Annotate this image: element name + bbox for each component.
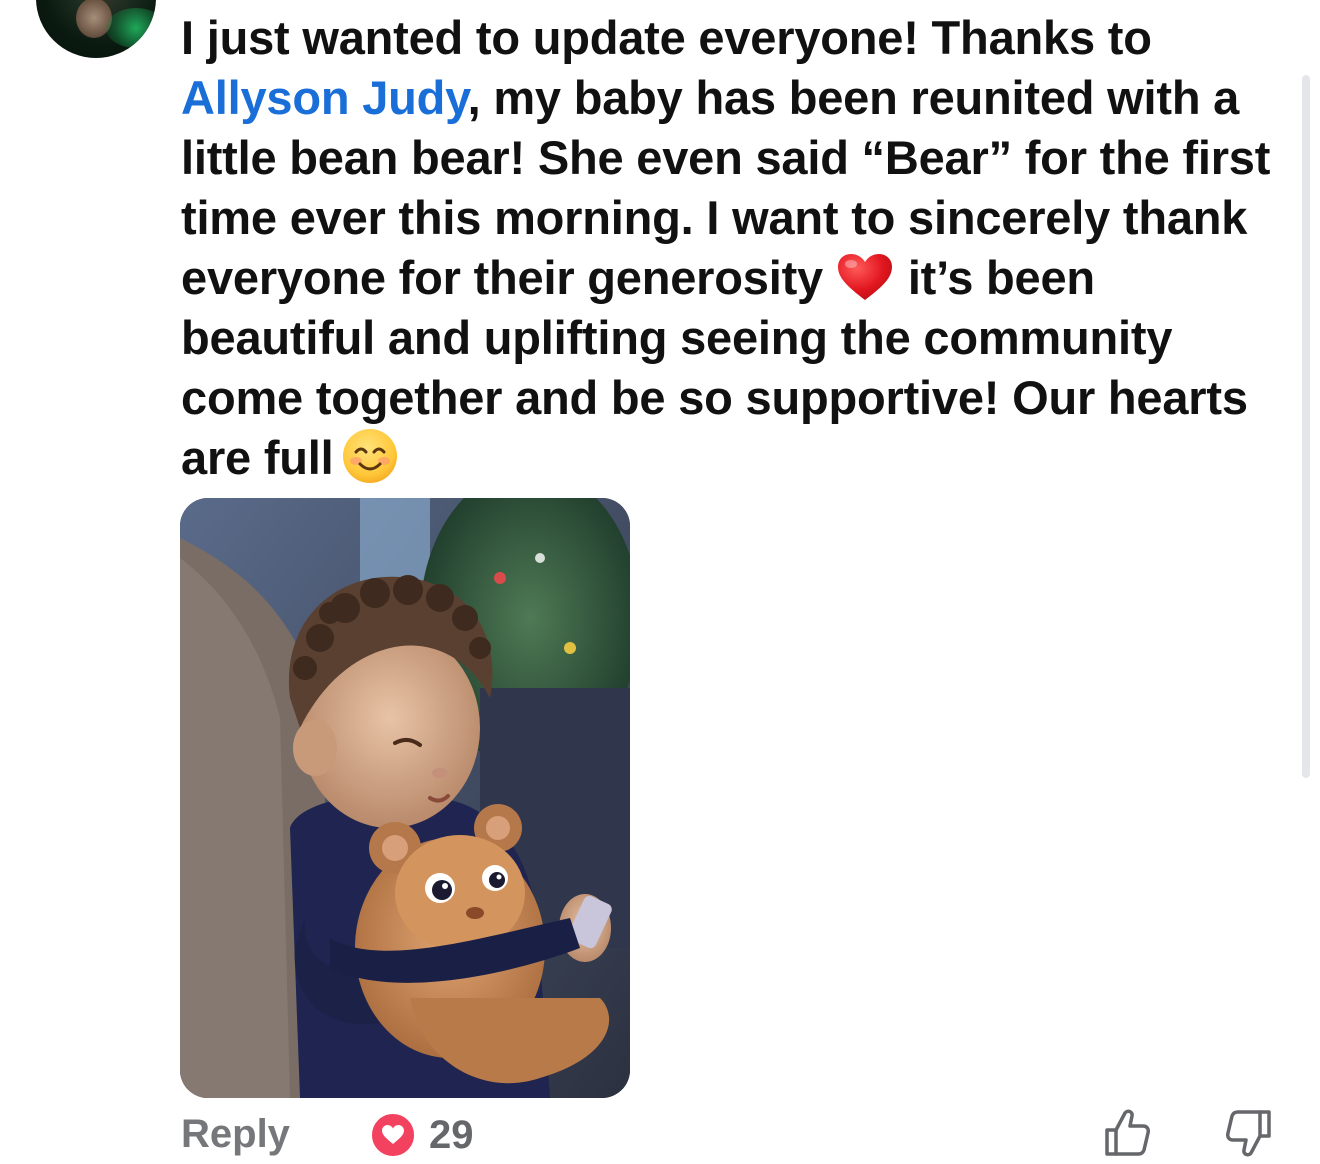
photo-toddler-teddy-bear (180, 498, 630, 1098)
comment-text-part-1: I just wanted to update everyone! Thanks… (181, 11, 1152, 64)
smiling-face-icon (342, 429, 397, 483)
red-heart-icon (837, 254, 892, 300)
heart-reaction-icon (369, 1111, 417, 1159)
avatar-glow (106, 8, 156, 48)
reaction-count: 29 (429, 1112, 474, 1157)
scrollbar[interactable] (1302, 75, 1310, 778)
thumbs-down-icon[interactable] (1225, 1108, 1273, 1158)
mention-link[interactable]: Allyson Judy (181, 71, 468, 124)
comment-body: I just wanted to update everyone! Thanks… (181, 8, 1281, 488)
thumbs-up-icon[interactable] (1103, 1108, 1151, 1158)
reply-button[interactable]: Reply (181, 1112, 290, 1157)
comment-actions: Reply 29 (181, 1108, 1281, 1164)
commenter-avatar[interactable] (36, 0, 156, 58)
attached-photo[interactable] (180, 498, 630, 1098)
reaction-summary[interactable]: 29 (369, 1110, 474, 1160)
